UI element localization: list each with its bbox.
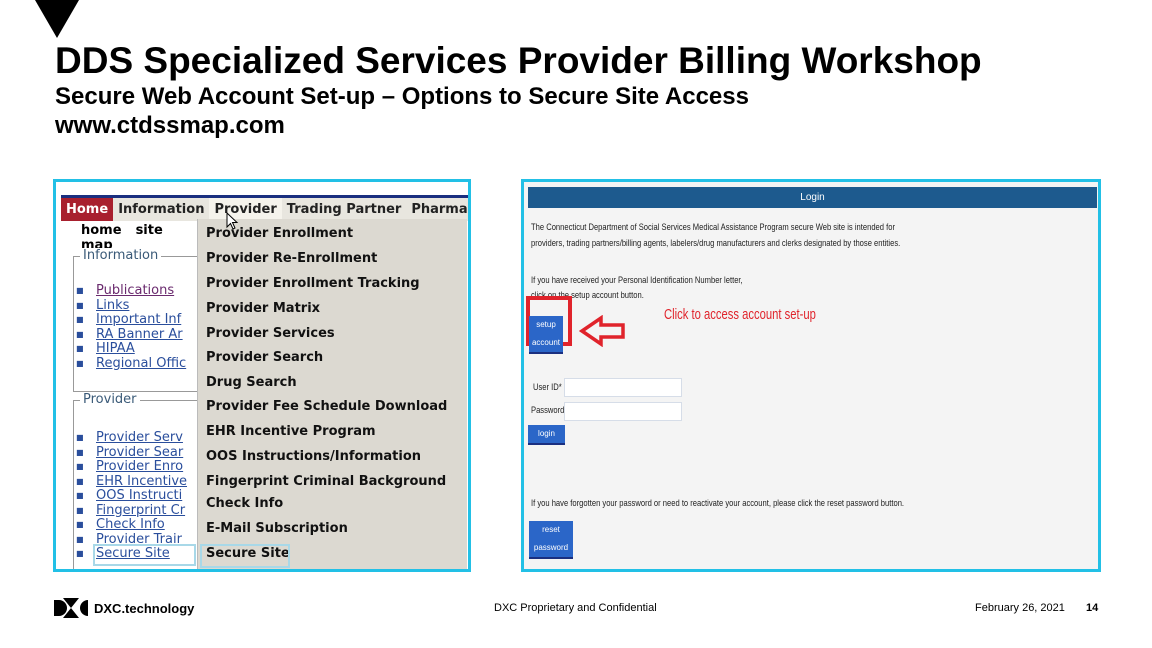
link-important-info[interactable]: Important Inf [96,312,186,328]
menu-item-check-info[interactable]: Check Info [206,496,283,511]
dxc-logo-text: DXC.technology [94,600,195,616]
callout-text: Click to access account set-up [664,306,816,323]
login-header: Login [528,187,1097,208]
link-provider-services[interactable]: Provider Serv [96,430,187,446]
menu-item-provider-matrix[interactable]: Provider Matrix [206,301,320,316]
nav-provider[interactable]: Provider [209,198,282,221]
red-arrow-left-icon [579,315,625,347]
confidential-notice: DXC Proprietary and Confidential [494,602,657,614]
link-check-info[interactable]: Check Info [96,517,187,533]
password-label: Password* [531,405,568,416]
portal-menu-screenshot: Home Information Provider Trading Partne… [53,179,471,572]
link-provider-enrollment[interactable]: Provider Enro [96,459,187,475]
decorative-triangle [35,0,79,38]
link-fingerprint[interactable]: Fingerprint Cr [96,503,187,519]
provider-links: Provider Serv Provider Sear Provider Enr… [96,430,187,562]
link-ra-banner[interactable]: RA Banner Ar [96,327,186,343]
nav-information[interactable]: Information [113,198,209,221]
nav-trading-partner[interactable]: Trading Partner [282,198,407,221]
link-regional-office[interactable]: Regional Offic [96,356,186,372]
menu-item-ehr-incentive[interactable]: EHR Incentive Program [206,424,376,439]
slide-subtitle: Secure Web Account Set-up – Options to S… [55,83,749,110]
link-ehr-incentive[interactable]: EHR Incentive [96,474,187,490]
menu-item-fee-schedule[interactable]: Provider Fee Schedule Download [206,399,447,414]
userid-label: User ID* [533,382,562,393]
mouse-cursor-icon [226,212,239,230]
link-provider-search[interactable]: Provider Sear [96,445,187,461]
userid-input[interactable] [564,378,682,397]
secure-site-menu-highlight [200,544,290,568]
information-legend: Information [80,248,162,263]
provider-legend: Provider [80,392,140,407]
dxc-logo: DXC.technology [54,598,194,618]
menu-item-oos-instructions[interactable]: OOS Instructions/Information [206,449,421,464]
slide-title: DDS Specialized Services Provider Billin… [55,40,982,81]
menu-item-provider-search[interactable]: Provider Search [206,350,323,365]
link-hipaa[interactable]: HIPAA [96,341,186,357]
nav-pharmacy[interactable]: Pharmacy In [406,198,468,221]
menu-item-fingerprint[interactable]: Fingerprint Criminal Background [206,474,446,489]
nav-home[interactable]: Home [61,198,114,221]
setup-account-button[interactable]: setup account [529,316,563,354]
provider-dropdown-menu: Provider Enrollment Provider Re-Enrollme… [197,219,467,569]
menu-item-enrollment-tracking[interactable]: Provider Enrollment Tracking [206,276,420,291]
reset-password-button[interactable]: reset password [529,521,573,559]
pin-text-line-1: If you have received your Personal Ident… [531,275,743,286]
forgot-text: If you have forgotten your password or n… [531,498,905,509]
intro-text-line-2: providers, trading partners/billing agen… [531,238,901,249]
page-number: 14 [1086,602,1099,614]
subnav-home[interactable]: home [81,223,122,238]
information-links: Publications Links Important Inf RA Bann… [96,283,186,372]
password-input[interactable] [564,402,682,421]
login-page-screenshot: Login The Connecticut Department of Soci… [521,179,1101,572]
slide-url: www.ctdssmap.com [55,112,285,139]
link-links[interactable]: Links [96,298,186,314]
intro-text-line-1: The Connecticut Department of Social Ser… [531,222,895,233]
top-nav: Home Information Provider Trading Partne… [61,195,468,221]
link-oos-instructions[interactable]: OOS Instructi [96,488,187,504]
menu-item-provider-services[interactable]: Provider Services [206,326,335,341]
menu-item-drug-search[interactable]: Drug Search [206,375,297,390]
menu-item-email-subscription[interactable]: E-Mail Subscription [206,521,348,536]
menu-item-provider-re-enrollment[interactable]: Provider Re-Enrollment [206,251,377,266]
dxc-logo-icon [54,598,88,618]
login-button[interactable]: login [528,425,565,445]
slide-date: February 26, 2021 [975,602,1065,614]
link-publications[interactable]: Publications [96,283,186,299]
secure-site-link-highlight [93,544,196,566]
